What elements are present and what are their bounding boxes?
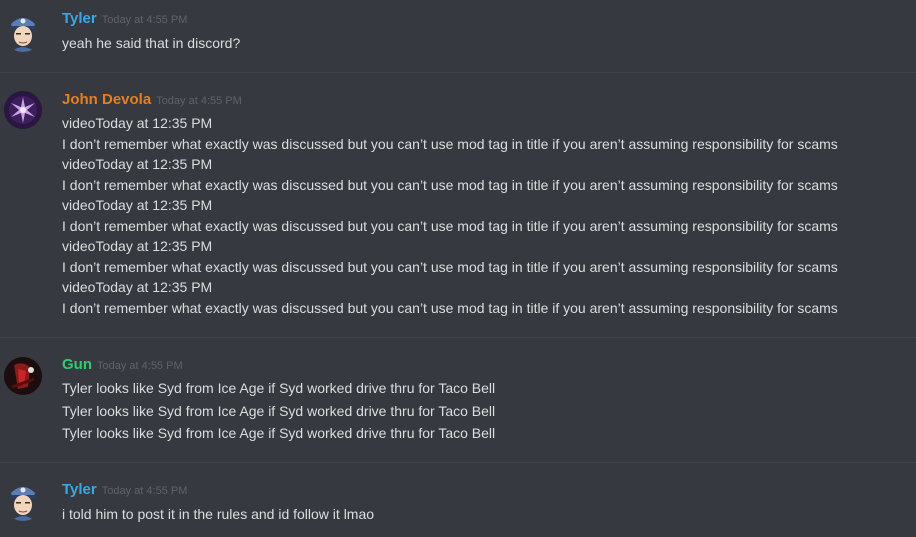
tyler-avatar-icon [10, 487, 36, 521]
message-line: I don’t remember what exactly was discus… [62, 176, 838, 193]
message-content: Tyler looks like Syd from Ice Age if Syd… [62, 377, 902, 445]
message-line: yeah he said that in discord? [62, 35, 241, 51]
username[interactable]: John Devola [62, 91, 151, 108]
avatar[interactable] [4, 91, 42, 129]
message-line: I don’t remember what exactly was discus… [62, 135, 838, 152]
message-line: Tyler looks like Syd from Ice Age if Syd… [62, 402, 496, 419]
username[interactable]: Gun [62, 356, 92, 373]
timestamp: Today at 4:55 PM [101, 14, 188, 26]
message-line: videoToday at 12:35 PM [62, 156, 213, 172]
timestamp: Today at 4:55 PM [156, 95, 242, 107]
message-header: John Devola Today at 4:55 PM [62, 91, 242, 111]
timestamp: Today at 4:55 PM [97, 360, 183, 372]
message-line: I don’t remember what exactly was discus… [62, 217, 838, 234]
message-line: videoToday at 12:35 PM [62, 238, 213, 254]
message-line: I don’t remember what exactly was discus… [62, 258, 838, 275]
message-divider [0, 337, 916, 338]
timestamp: Today at 4:55 PM [101, 485, 188, 497]
message-header: Tyler Today at 4:55 PM [62, 10, 187, 30]
message-content: videoToday at 12:35 PM I don’t remember … [62, 113, 902, 318]
avatar[interactable] [4, 357, 42, 395]
message-line: videoToday at 12:35 PM [62, 279, 213, 295]
gun-avatar-icon [4, 357, 42, 395]
message-line: I don’t remember what exactly was discus… [62, 299, 838, 316]
message-line: i told him to post it in the rules and i… [62, 506, 375, 522]
message-divider [0, 462, 916, 463]
message-line: Tyler looks like Syd from Ice Age if Syd… [62, 380, 496, 396]
tyler-avatar-icon [10, 18, 36, 52]
message-content: yeah he said that in discord? [62, 33, 902, 54]
message-line: videoToday at 12:35 PM [62, 115, 213, 131]
message-header: Tyler Today at 4:55 PM [62, 481, 187, 501]
message-content: i told him to post it in the rules and i… [62, 504, 902, 525]
message-line: videoToday at 12:35 PM [62, 197, 213, 213]
avatar[interactable] [3, 12, 43, 52]
username[interactable]: Tyler [62, 481, 97, 498]
message-header: Gun Today at 4:55 PM [62, 356, 183, 376]
message-divider [0, 72, 916, 73]
chat-messages: Tyler Today at 4:55 PM yeah he said that … [0, 0, 916, 537]
avatar[interactable] [3, 481, 43, 521]
message-line: Tyler looks like Syd from Ice Age if Syd… [62, 425, 496, 441]
john-devola-avatar-icon [4, 91, 42, 129]
username[interactable]: Tyler [62, 10, 97, 27]
